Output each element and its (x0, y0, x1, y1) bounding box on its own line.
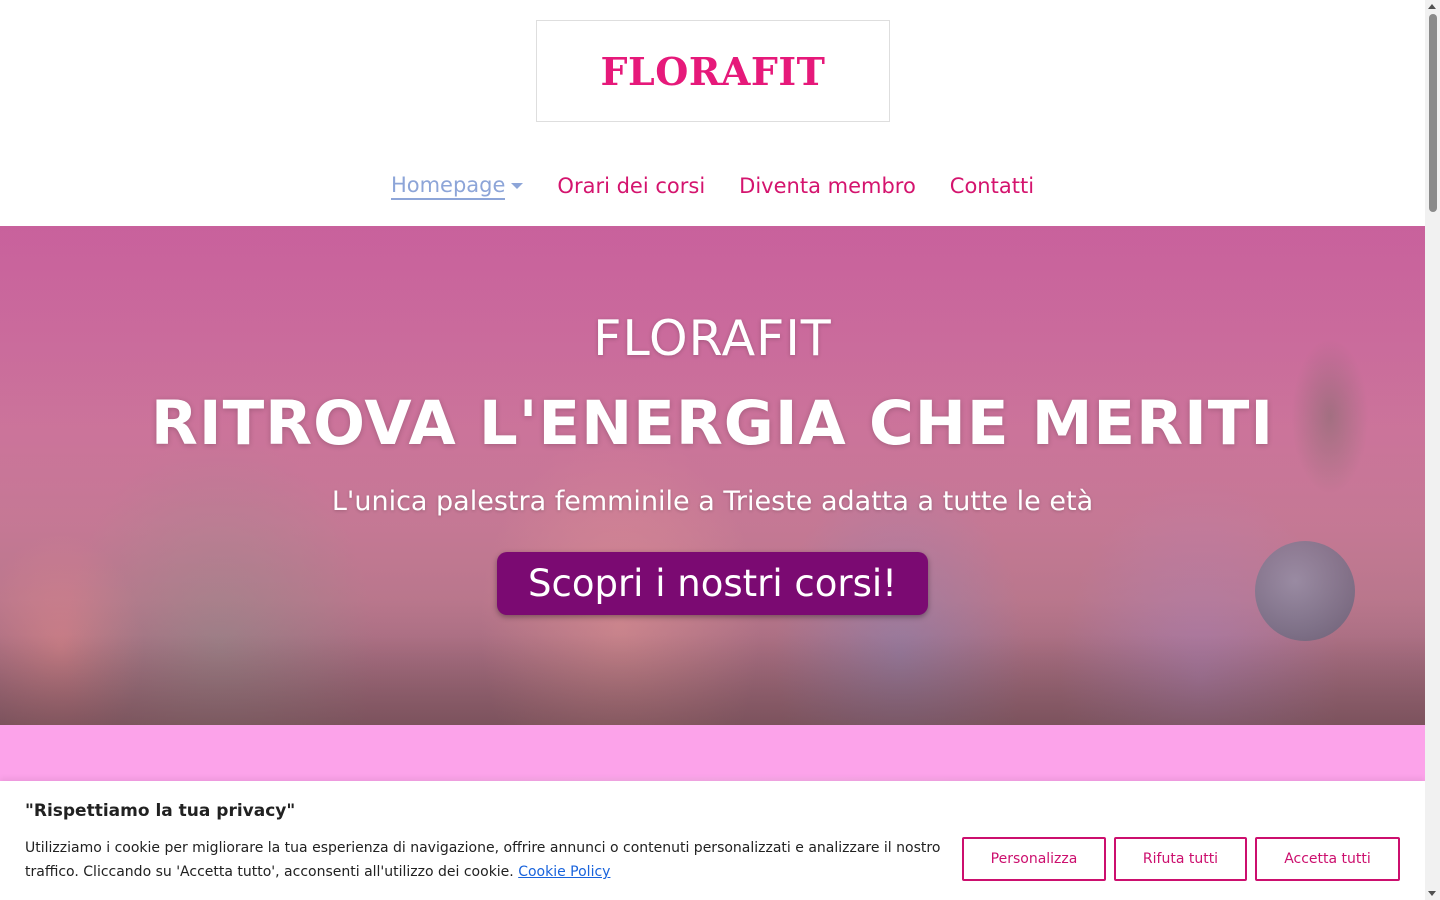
scroll-up-arrow-icon[interactable] (1428, 4, 1436, 9)
customize-cookies-button[interactable]: Personalizza (962, 837, 1106, 881)
nav-item-label: Homepage (390, 173, 506, 200)
nav-item-label: Orari dei corsi (557, 174, 706, 198)
hero-headline: RITROVA L'ENERGIA CHE MERITI (150, 388, 1275, 459)
cookie-banner-description: Utilizziamo i cookie per migliorare la t… (25, 840, 941, 880)
scroll-thumb[interactable] (1429, 14, 1437, 212)
cookie-banner: "Rispettiamo la tua privacy" Utilizziamo… (0, 781, 1425, 900)
cookie-banner-title: "Rispettiamo la tua privacy" (25, 801, 296, 821)
scroll-down-arrow-icon[interactable] (1428, 891, 1436, 896)
page-scrollbar[interactable] (1425, 0, 1440, 900)
hero-overlay (0, 226, 1425, 725)
cookie-policy-link[interactable]: Cookie Policy (518, 864, 610, 880)
nav-item-contatti[interactable]: Contatti (950, 174, 1034, 198)
accept-all-cookies-button[interactable]: Accetta tutti (1255, 837, 1400, 881)
cookie-banner-text: Utilizziamo i cookie per migliorare la t… (25, 836, 945, 884)
reject-all-cookies-button[interactable]: Rifuta tutti (1114, 837, 1247, 881)
main-nav: Homepage Orari dei corsi Diventa membro … (0, 166, 1425, 206)
discover-courses-button[interactable]: Scopri i nostri corsi! (497, 552, 928, 615)
site-logo[interactable]: FLORAFIT (536, 20, 890, 122)
hero-subtitle: L'unica palestra femminile a Trieste ada… (331, 486, 1094, 517)
logo-text: FLORAFIT (600, 48, 826, 94)
nav-item-label: Contatti (949, 174, 1035, 198)
nav-item-homepage[interactable]: Homepage (390, 173, 524, 200)
hero-banner: FLORAFIT RITROVA L'ENERGIA CHE MERITI L'… (0, 226, 1425, 725)
nav-item-label: Diventa membro (739, 174, 916, 198)
nav-item-diventa-membro[interactable]: Diventa membro (739, 174, 916, 198)
nav-item-orari-dei-corsi[interactable]: Orari dei corsi (557, 174, 705, 198)
hero-title: FLORAFIT (593, 310, 832, 367)
chevron-down-icon[interactable] (511, 183, 524, 189)
